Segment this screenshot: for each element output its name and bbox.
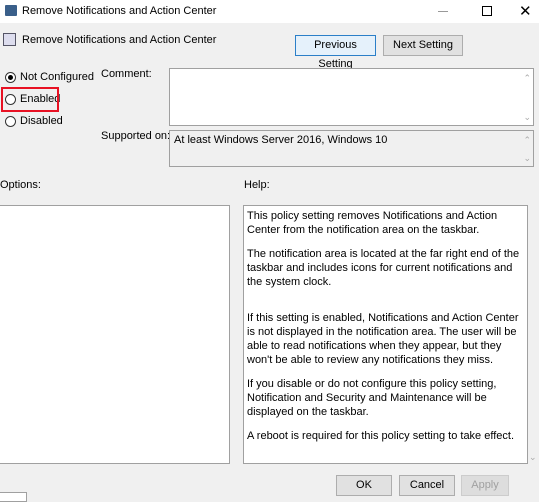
scroll-down-icon[interactable]: ⌄ [523,112,531,123]
maximize-icon[interactable] [482,6,492,16]
policy-title: Remove Notifications and Action Center [22,34,217,46]
radio-circle [5,71,16,83]
help-paragraph: The notification area is located at the … [247,248,520,288]
help-label: Help: [244,179,270,191]
radio-not-configured[interactable]: Not Configured [5,71,94,83]
apply-button: Apply [461,475,509,496]
previous-setting-button[interactable]: Previous Setting [295,35,376,70]
title-bar: Remove Notifications and Action Center ✕ [0,0,539,23]
next-setting-button[interactable]: Next Setting [383,35,463,56]
options-panel [0,205,230,464]
comment-input[interactable]: ⌃ ⌄ [169,68,534,126]
help-panel: This policy setting removes Notification… [243,205,528,464]
supported-on-label: Supported on: [101,130,171,142]
scroll-up-icon[interactable]: ⌃ [523,73,531,84]
radio-disabled[interactable]: Disabled [5,115,63,127]
options-label: Options: [0,179,41,191]
help-paragraph: If you disable or do not configure this … [247,378,497,418]
highlight-box [1,87,59,112]
radio-circle [5,115,16,127]
supported-on-field: At least Windows Server 2016, Windows 10… [169,130,534,167]
cancel-button[interactable]: Cancel [399,475,455,496]
policy-icon [3,33,16,46]
close-icon[interactable]: ✕ [519,2,532,20]
help-paragraph: This policy setting removes Notification… [247,210,498,236]
scroll-up-icon[interactable]: ⌃ [523,135,531,146]
window-app-icon [5,5,17,16]
help-paragraph: If this setting is enabled, Notification… [247,312,519,366]
minimize-icon[interactable] [438,11,448,12]
bottom-left-control [0,492,27,502]
help-paragraph: A reboot is required for this policy set… [247,430,514,442]
window-title: Remove Notifications and Action Center [22,5,217,17]
scroll-down-icon[interactable]: ⌄ [523,153,531,164]
help-scroll-down-icon[interactable]: ⌄ [529,452,537,463]
ok-button[interactable]: OK [336,475,392,496]
radio-label: Disabled [20,115,63,127]
supported-on-value: At least Windows Server 2016, Windows 10 [174,134,388,146]
radio-label: Not Configured [20,71,94,83]
comment-label: Comment: [101,68,152,80]
